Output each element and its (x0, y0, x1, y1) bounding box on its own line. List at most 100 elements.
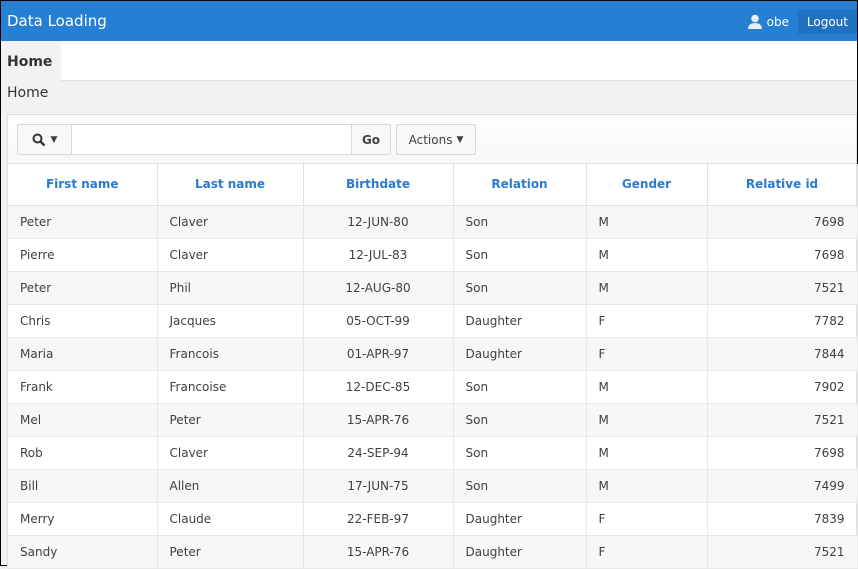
table-cell: Daughter (453, 535, 587, 569)
logout-button[interactable]: Logout (797, 10, 857, 34)
table-cell: 7521 (707, 271, 858, 305)
table-cell: Claude (157, 502, 304, 536)
table-cell: 15-APR-76 (303, 535, 454, 569)
search-input[interactable] (71, 124, 352, 155)
table-cell: 7499 (707, 469, 858, 503)
table-cell: Chris (8, 304, 158, 338)
table-cell: Daughter (453, 337, 587, 371)
table-cell: Frank (8, 370, 158, 404)
table-cell: 12-JUL-83 (303, 238, 454, 272)
table-cell: Claver (157, 436, 304, 470)
table-cell: Sandy (8, 535, 158, 569)
table-cell: M (586, 436, 708, 470)
table-cell: 12-AUG-80 (303, 271, 454, 305)
table-cell: Peter (8, 271, 158, 305)
column-header[interactable]: Birthdate (303, 164, 454, 206)
actions-button[interactable]: Actions ▼ (396, 124, 476, 155)
table-cell: 7839 (707, 502, 858, 536)
table-cell: 7698 (707, 205, 858, 239)
table-cell: Allen (157, 469, 304, 503)
table-cell: 7902 (707, 370, 858, 404)
search-icon (32, 133, 45, 146)
table-cell: Son (453, 469, 587, 503)
search-column-button[interactable]: ▼ (17, 124, 72, 155)
table-cell: M (586, 403, 708, 437)
table-cell: 01-APR-97 (303, 337, 454, 371)
tab-bar: Home (1, 41, 857, 81)
caret-down-icon: ▼ (456, 134, 464, 145)
table-cell: Mel (8, 403, 158, 437)
table-cell: F (586, 502, 708, 536)
table-cell: Peter (157, 403, 304, 437)
table-cell: 15-APR-76 (303, 403, 454, 437)
table-cell: M (586, 370, 708, 404)
table-cell: Son (453, 403, 587, 437)
table-row: Pierre Claver 12-JUL-83 Son M 7698 (8, 238, 858, 272)
report-region: ▼ Go Actions ▼ First name Last name Birthd… (7, 114, 858, 569)
table-cell: Son (453, 238, 587, 272)
report-table: First name Last name Birthdate Relation Gend… (8, 164, 858, 569)
table-row: Peter Phil 12-AUG-80 Son M 7521 (8, 271, 858, 305)
table-cell: 22-FEB-97 (303, 502, 454, 536)
table-cell: M (586, 238, 708, 272)
user-icon (747, 14, 762, 29)
table-cell: M (586, 205, 708, 239)
table-cell: Peter (157, 535, 304, 569)
table-cell: Claver (157, 238, 304, 272)
tab-home[interactable]: Home (1, 41, 61, 81)
table-cell: Daughter (453, 304, 587, 338)
table-cell: 12-DEC-85 (303, 370, 454, 404)
table-cell: 7521 (707, 535, 858, 569)
table-cell: Daughter (453, 502, 587, 536)
table-cell: 7521 (707, 403, 858, 437)
report-toolbar: ▼ Go Actions ▼ (8, 115, 856, 164)
table-cell: Pierre (8, 238, 158, 272)
table-cell: Francois (157, 337, 304, 371)
table-row: Bill Allen 17-JUN-75 Son M 7499 (8, 469, 858, 503)
app-header: Data Loading obe Logout (1, 1, 857, 41)
column-header[interactable]: First name (8, 164, 158, 206)
table-row: Peter Claver 12-JUN-80 Son M 7698 (8, 205, 858, 239)
table-cell: Claver (157, 205, 304, 239)
table-cell: M (586, 469, 708, 503)
app-title[interactable]: Data Loading (7, 12, 107, 30)
table-row: Merry Claude 22-FEB-97 Daughter F 7839 (8, 502, 858, 536)
table-cell: Peter (8, 205, 158, 239)
table-cell: 7698 (707, 238, 858, 272)
user-menu[interactable]: obe (747, 14, 789, 29)
table-cell: Son (453, 436, 587, 470)
column-header[interactable]: Relative id (707, 164, 858, 206)
table-cell: M (586, 271, 708, 305)
table-cell: Son (453, 205, 587, 239)
table-cell: 12-JUN-80 (303, 205, 454, 239)
table-cell: 17-JUN-75 (303, 469, 454, 503)
table-cell: Francoise (157, 370, 304, 404)
table-cell: F (586, 535, 708, 569)
table-cell: Son (453, 370, 587, 404)
table-cell: Jacques (157, 304, 304, 338)
column-header[interactable]: Last name (157, 164, 304, 206)
caret-down-icon: ▼ (50, 134, 58, 145)
table-cell: Son (453, 271, 587, 305)
table-row: Chris Jacques 05-OCT-99 Daughter F 7782 (8, 304, 858, 338)
table-cell: F (586, 304, 708, 338)
table-cell: Bill (8, 469, 158, 503)
table-cell: 7698 (707, 436, 858, 470)
table-row: Frank Francoise 12-DEC-85 Son M 7902 (8, 370, 858, 404)
table-cell: Maria (8, 337, 158, 371)
table-row: Rob Claver 24-SEP-94 Son M 7698 (8, 436, 858, 470)
column-header[interactable]: Relation (453, 164, 587, 206)
table-row: Mel Peter 15-APR-76 Son M 7521 (8, 403, 858, 437)
table-cell: Merry (8, 502, 158, 536)
column-header[interactable]: Gender (586, 164, 708, 206)
table-cell: 7844 (707, 337, 858, 371)
table-cell: 05-OCT-99 (303, 304, 454, 338)
table-cell: 24-SEP-94 (303, 436, 454, 470)
username: obe (766, 14, 789, 29)
go-button[interactable]: Go (351, 124, 391, 155)
table-cell: F (586, 337, 708, 371)
actions-label: Actions (408, 132, 453, 147)
breadcrumb: Home (7, 85, 49, 101)
table-row: Sandy Peter 15-APR-76 Daughter F 7521 (8, 535, 858, 569)
table-cell: 7782 (707, 304, 858, 338)
